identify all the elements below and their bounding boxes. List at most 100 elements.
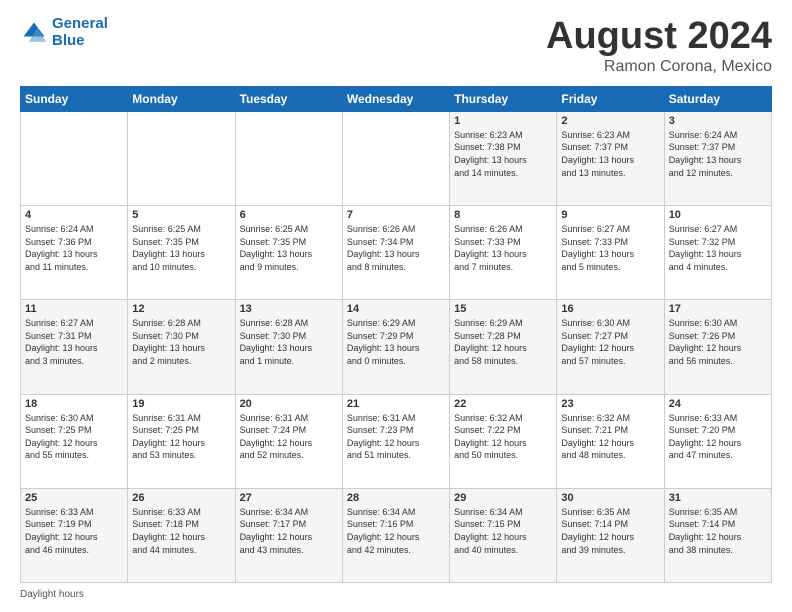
day-number: 30 <box>561 492 659 504</box>
day-header-sunday: Sunday <box>21 86 128 111</box>
day-info: Sunrise: 6:32 AM Sunset: 7:22 PM Dayligh… <box>454 412 552 462</box>
day-number: 29 <box>454 492 552 504</box>
day-info: Sunrise: 6:24 AM Sunset: 7:36 PM Dayligh… <box>25 223 123 273</box>
day-info: Sunrise: 6:32 AM Sunset: 7:21 PM Dayligh… <box>561 412 659 462</box>
calendar-cell: 8Sunrise: 6:26 AM Sunset: 7:33 PM Daylig… <box>450 206 557 300</box>
calendar-cell: 25Sunrise: 6:33 AM Sunset: 7:19 PM Dayli… <box>21 488 128 582</box>
day-info: Sunrise: 6:31 AM Sunset: 7:23 PM Dayligh… <box>347 412 445 462</box>
day-info: Sunrise: 6:27 AM Sunset: 7:33 PM Dayligh… <box>561 223 659 273</box>
day-info: Sunrise: 6:23 AM Sunset: 7:37 PM Dayligh… <box>561 129 659 179</box>
calendar-cell: 17 Sunrise: 6:30 AM Sunset: 7:26 PM Dayli… <box>664 300 771 394</box>
day-info: Sunrise: 6:25 AM Sunset: 7:35 PM Dayligh… <box>132 223 230 273</box>
day-info: Sunrise: 6:23 AM Sunset: 7:38 PM Dayligh… <box>454 129 552 179</box>
logo-text: General Blue <box>52 16 108 49</box>
day-number: 24 <box>669 398 767 410</box>
day-info: Sunrise: 6:26 AM Sunset: 7:33 PM Dayligh… <box>454 223 552 273</box>
calendar-cell: 19 Sunrise: 6:31 AM Sunset: 7:25 PM Dayli… <box>128 394 235 488</box>
day-info: Sunrise: 6:25 AM Sunset: 7:35 PM Dayligh… <box>240 223 338 273</box>
day-number: 19 <box>132 398 230 410</box>
day-number: 21 <box>347 398 445 410</box>
calendar-cell: 1 Sunrise: 6:23 AM Sunset: 7:38 PM Daylig… <box>450 111 557 205</box>
day-info: Sunrise: 6:29 AM Sunset: 7:29 PM Dayligh… <box>347 317 445 367</box>
calendar-header: SundayMondayTuesdayWednesdayThursdayFrid… <box>21 86 772 111</box>
title-block: August 2024 Ramon Corona, Mexico <box>546 16 772 76</box>
day-number: 26 <box>132 492 230 504</box>
day-info: Sunrise: 6:34 AM Sunset: 7:16 PM Dayligh… <box>347 506 445 556</box>
day-info: Sunrise: 6:31 AM Sunset: 7:25 PM Dayligh… <box>132 412 230 462</box>
day-number: 22 <box>454 398 552 410</box>
calendar-cell: 2Sunrise: 6:23 AM Sunset: 7:37 PM Daylig… <box>557 111 664 205</box>
day-header-monday: Monday <box>128 86 235 111</box>
day-info: Sunrise: 6:31 AM Sunset: 7:24 PM Dayligh… <box>240 412 338 462</box>
calendar-cell: 7 Sunrise: 6:26 AM Sunset: 7:34 PM Daylig… <box>342 206 449 300</box>
day-info: Sunrise: 6:28 AM Sunset: 7:30 PM Dayligh… <box>132 317 230 367</box>
day-number: 23 <box>561 398 659 410</box>
calendar-cell: 6 Sunrise: 6:25 AM Sunset: 7:35 PM Daylig… <box>235 206 342 300</box>
day-number: 10 <box>669 209 767 221</box>
day-number: 27 <box>240 492 338 504</box>
day-info: Sunrise: 6:34 AM Sunset: 7:15 PM Dayligh… <box>454 506 552 556</box>
day-number: 12 <box>132 303 230 315</box>
day-number: 3 <box>669 115 767 127</box>
calendar-cell: 20Sunrise: 6:31 AM Sunset: 7:24 PM Dayli… <box>235 394 342 488</box>
calendar-cell: 29 Sunrise: 6:34 AM Sunset: 7:15 PM Dayli… <box>450 488 557 582</box>
day-number: 14 <box>347 303 445 315</box>
day-info: Sunrise: 6:30 AM Sunset: 7:25 PM Dayligh… <box>25 412 123 462</box>
calendar-cell: 16Sunrise: 6:30 AM Sunset: 7:27 PM Dayli… <box>557 300 664 394</box>
calendar-cell: 24 Sunrise: 6:33 AM Sunset: 7:20 PM Dayli… <box>664 394 771 488</box>
day-info: Sunrise: 6:30 AM Sunset: 7:27 PM Dayligh… <box>561 317 659 367</box>
day-info: Sunrise: 6:33 AM Sunset: 7:19 PM Dayligh… <box>25 506 123 556</box>
calendar-cell: 21 Sunrise: 6:31 AM Sunset: 7:23 PM Dayli… <box>342 394 449 488</box>
day-info: Sunrise: 6:35 AM Sunset: 7:14 PM Dayligh… <box>669 506 767 556</box>
day-number: 15 <box>454 303 552 315</box>
calendar-cell: 10Sunrise: 6:27 AM Sunset: 7:32 PM Dayli… <box>664 206 771 300</box>
day-info: Sunrise: 6:30 AM Sunset: 7:26 PM Dayligh… <box>669 317 767 367</box>
week-row-3: 11 Sunrise: 6:27 AM Sunset: 7:31 PM Dayli… <box>21 300 772 394</box>
day-info: Sunrise: 6:27 AM Sunset: 7:31 PM Dayligh… <box>25 317 123 367</box>
calendar-table: SundayMondayTuesdayWednesdayThursdayFrid… <box>20 86 772 583</box>
calendar-cell: 12 Sunrise: 6:28 AM Sunset: 7:30 PM Dayli… <box>128 300 235 394</box>
day-header-row: SundayMondayTuesdayWednesdayThursdayFrid… <box>21 86 772 111</box>
day-number: 4 <box>25 209 123 221</box>
main-title: August 2024 <box>546 16 772 58</box>
calendar-cell: 28 Sunrise: 6:34 AM Sunset: 7:16 PM Dayli… <box>342 488 449 582</box>
day-number: 7 <box>347 209 445 221</box>
calendar-body: 1 Sunrise: 6:23 AM Sunset: 7:38 PM Daylig… <box>21 111 772 582</box>
calendar-cell: 27 Sunrise: 6:34 AM Sunset: 7:17 PM Dayli… <box>235 488 342 582</box>
calendar-cell: 30 Sunrise: 6:35 AM Sunset: 7:14 PM Dayli… <box>557 488 664 582</box>
week-row-4: 18 Sunrise: 6:30 AM Sunset: 7:25 PM Dayli… <box>21 394 772 488</box>
week-row-2: 4 Sunrise: 6:24 AM Sunset: 7:36 PM Daylig… <box>21 206 772 300</box>
day-number: 18 <box>25 398 123 410</box>
day-info: Sunrise: 6:26 AM Sunset: 7:34 PM Dayligh… <box>347 223 445 273</box>
day-number: 9 <box>561 209 659 221</box>
day-header-tuesday: Tuesday <box>235 86 342 111</box>
week-row-1: 1 Sunrise: 6:23 AM Sunset: 7:38 PM Daylig… <box>21 111 772 205</box>
day-number: 17 <box>669 303 767 315</box>
footer: Daylight hours <box>20 589 772 600</box>
calendar-cell: 3 Sunrise: 6:24 AM Sunset: 7:37 PM Daylig… <box>664 111 771 205</box>
logo: General Blue <box>20 16 108 49</box>
calendar-cell <box>128 111 235 205</box>
day-info: Sunrise: 6:33 AM Sunset: 7:20 PM Dayligh… <box>669 412 767 462</box>
calendar-cell: 26 Sunrise: 6:33 AM Sunset: 7:18 PM Dayli… <box>128 488 235 582</box>
day-info: Sunrise: 6:29 AM Sunset: 7:28 PM Dayligh… <box>454 317 552 367</box>
day-number: 6 <box>240 209 338 221</box>
day-info: Sunrise: 6:33 AM Sunset: 7:18 PM Dayligh… <box>132 506 230 556</box>
calendar-cell: 15 Sunrise: 6:29 AM Sunset: 7:28 PM Dayli… <box>450 300 557 394</box>
calendar-cell: 23 Sunrise: 6:32 AM Sunset: 7:21 PM Dayli… <box>557 394 664 488</box>
day-number: 28 <box>347 492 445 504</box>
day-header-saturday: Saturday <box>664 86 771 111</box>
day-info: Sunrise: 6:35 AM Sunset: 7:14 PM Dayligh… <box>561 506 659 556</box>
calendar-cell: 31Sunrise: 6:35 AM Sunset: 7:14 PM Dayli… <box>664 488 771 582</box>
calendar-cell: 14 Sunrise: 6:29 AM Sunset: 7:29 PM Dayli… <box>342 300 449 394</box>
calendar-cell <box>235 111 342 205</box>
footer-label: Daylight hours <box>20 589 84 600</box>
day-info: Sunrise: 6:28 AM Sunset: 7:30 PM Dayligh… <box>240 317 338 367</box>
day-info: Sunrise: 6:24 AM Sunset: 7:37 PM Dayligh… <box>669 129 767 179</box>
calendar-cell <box>342 111 449 205</box>
day-info: Sunrise: 6:34 AM Sunset: 7:17 PM Dayligh… <box>240 506 338 556</box>
calendar-cell: 9 Sunrise: 6:27 AM Sunset: 7:33 PM Daylig… <box>557 206 664 300</box>
day-number: 5 <box>132 209 230 221</box>
day-number: 11 <box>25 303 123 315</box>
day-number: 1 <box>454 115 552 127</box>
